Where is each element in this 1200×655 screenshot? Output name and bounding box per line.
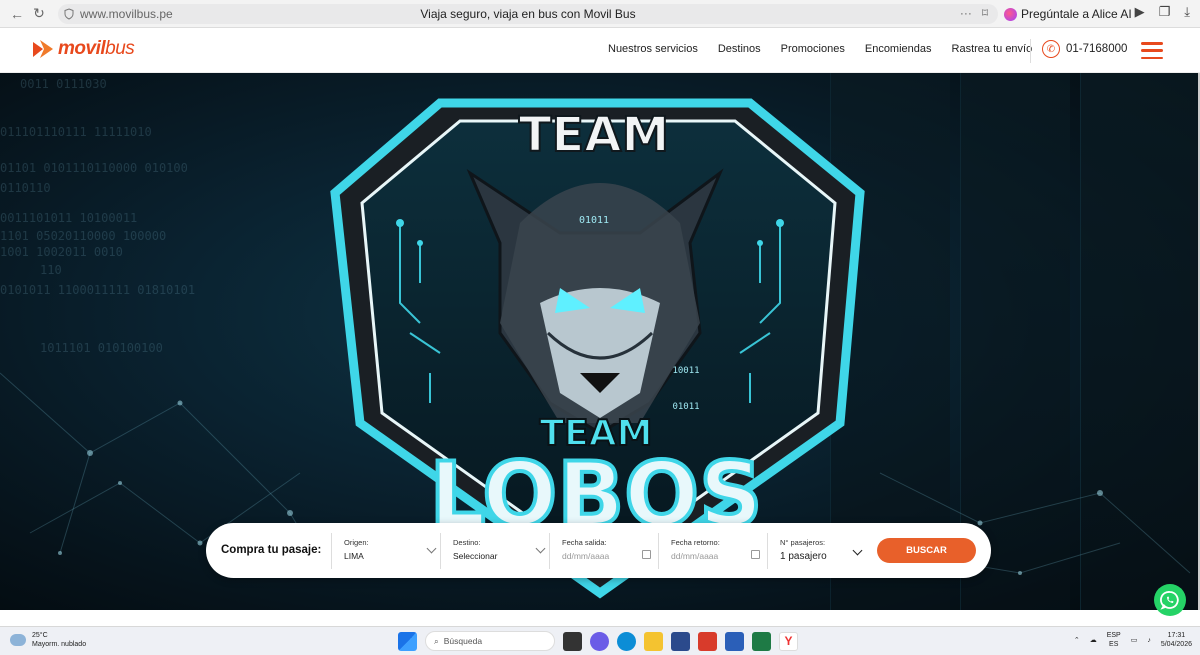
store-icon[interactable]: [671, 631, 690, 651]
media-icon[interactable]: ▶: [1135, 4, 1145, 20]
yandex-browser-icon[interactable]: Y: [779, 631, 798, 651]
taskbar-search-placeholder: Búsqueda: [443, 636, 483, 646]
whatsapp-icon: [1160, 591, 1179, 610]
origin-value: LIMA: [344, 551, 364, 561]
movilbus-logo[interactable]: movilbus: [32, 38, 135, 60]
office-icon[interactable]: [698, 631, 717, 651]
url-text: www.movilbus.pe: [80, 7, 173, 21]
alice-ai-button[interactable]: Pregúntale a Alice AI: [1000, 4, 1140, 24]
booking-title: Compra tu pasaje:: [221, 544, 322, 556]
calendar-icon: [751, 550, 760, 559]
phone-icon: ✆: [1042, 40, 1060, 58]
booking-form: Compra tu pasaje: Origen: LIMA Destino: …: [206, 523, 991, 578]
weather-widget[interactable]: 25°C Mayorm. nublado: [10, 631, 86, 649]
destination-select[interactable]: Destino: Seleccionar: [440, 533, 550, 569]
download-icon[interactable]: ⤓: [1184, 4, 1190, 20]
nav-nuestros-servicios[interactable]: Nuestros servicios: [608, 43, 698, 55]
nav-encomiendas[interactable]: Encomiendas: [865, 43, 932, 55]
phone-link[interactable]: ✆ 01-7168000: [1042, 40, 1127, 58]
cloud-icon: [10, 634, 26, 646]
excel-icon[interactable]: [752, 631, 771, 651]
windows-start-icon[interactable]: [398, 631, 417, 651]
file-explorer-icon[interactable]: [644, 631, 663, 651]
search-icon: ⌕: [434, 635, 439, 646]
chevron-up-icon[interactable]: ⌃: [1074, 636, 1080, 644]
clock[interactable]: 17:31 5/04/2026: [1161, 631, 1192, 649]
logo-text: movilbus: [58, 38, 135, 59]
address-bar[interactable]: www.movilbus.pe Viaja seguro, viaja en b…: [58, 4, 998, 24]
weather-desc: Mayorm. nublado: [32, 641, 87, 648]
language-indicator[interactable]: ESP ES: [1107, 631, 1121, 649]
collections-icon[interactable]: ❐: [1159, 4, 1171, 20]
whatsapp-button[interactable]: [1154, 584, 1186, 616]
emblem-code: 01011: [579, 215, 609, 226]
bookmark-icon[interactable]: ⌑: [982, 6, 988, 20]
site-header: movilbus Nuestros servicios Destinos Pro…: [0, 28, 1200, 73]
taskbar-search[interactable]: ⌕ Búsqueda: [425, 631, 555, 651]
nav-destinos[interactable]: Destinos: [718, 43, 761, 55]
departure-date-input[interactable]: Fecha salida: dd/mm/aaaa: [549, 533, 659, 569]
origin-label: Origen:: [344, 538, 369, 547]
logo-mark-icon: [33, 40, 53, 58]
emblem-title-top: TEAM: [519, 107, 669, 163]
word-icon[interactable]: [725, 631, 744, 651]
passengers-label: N° pasajeros:: [780, 538, 826, 547]
edge-icon[interactable]: [617, 631, 636, 651]
passengers-select[interactable]: N° pasajeros: 1 pasajero: [767, 533, 867, 569]
search-button[interactable]: BUSCAR: [877, 538, 976, 563]
shield-icon: [64, 8, 74, 20]
network-icon[interactable]: ▭: [1131, 636, 1138, 644]
menu-icon[interactable]: [1141, 42, 1163, 59]
alice-ai-label: Pregúntale a Alice AI: [1021, 7, 1132, 21]
main-nav: Nuestros servicios Destinos Promociones …: [608, 43, 1032, 55]
return-date-input[interactable]: Fecha retorno: dd/mm/aaaa: [658, 533, 768, 569]
more-icon[interactable]: ···: [960, 6, 972, 20]
windows-taskbar: 25°C Mayorm. nublado ⌕ Búsqueda Y ⌃ ☁ ES…: [0, 626, 1200, 655]
nav-rastrea-envio[interactable]: Rastrea tu envío: [952, 43, 1033, 55]
phone-number: 01-7168000: [1066, 43, 1128, 55]
teams-icon[interactable]: [590, 631, 609, 651]
nav-divider: [1030, 39, 1031, 63]
destination-value: Seleccionar: [453, 551, 498, 561]
return-label: Fecha retorno:: [671, 538, 720, 547]
temperature: 25°C: [32, 632, 48, 639]
onedrive-icon[interactable]: ☁: [1090, 636, 1097, 644]
origin-select[interactable]: Origen: LIMA: [331, 533, 441, 569]
task-view-icon[interactable]: [563, 631, 582, 651]
emblem-code: 01011: [672, 402, 699, 412]
back-icon[interactable]: ←: [6, 3, 28, 25]
destination-label: Destino:: [453, 538, 481, 547]
emblem-code: 10011: [672, 366, 699, 376]
calendar-icon: [642, 550, 651, 559]
system-tray: ⌃ ☁ ESP ES ▭ ♪ 17:31 5/04/2026: [1074, 631, 1192, 649]
browser-toolbar: ← ↻ www.movilbus.pe Viaja seguro, viaja …: [0, 0, 1200, 28]
page-title: Viaja seguro, viaja en bus con Movil Bus: [420, 7, 636, 21]
reload-icon[interactable]: ↻: [28, 3, 50, 25]
departure-label: Fecha salida:: [562, 538, 607, 547]
volume-icon[interactable]: ♪: [1147, 637, 1151, 644]
nav-promociones[interactable]: Promociones: [781, 43, 845, 55]
alice-ai-icon: [1004, 7, 1017, 21]
